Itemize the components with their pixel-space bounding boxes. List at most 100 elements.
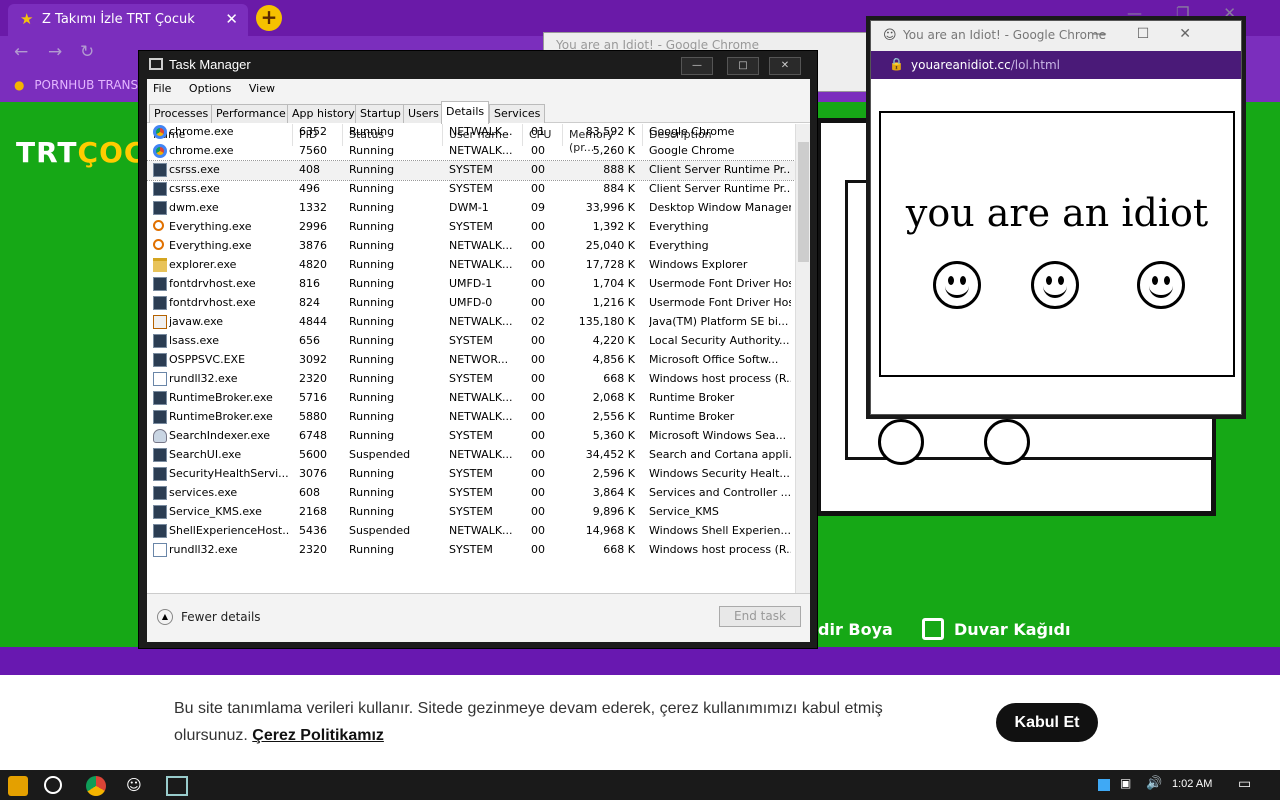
process-pid: 496	[299, 182, 320, 195]
chevron-up-icon[interactable]: ▲	[157, 609, 173, 625]
process-description: Client Server Runtime Pr...	[649, 182, 791, 195]
table-row[interactable]: explorer.exe 4820 Running NETWALK... 00 17,72…	[147, 256, 795, 275]
table-row[interactable]: fontdrvhost.exe 824 Running UMFD-0 00 1,216 K…	[147, 294, 795, 313]
menu-view[interactable]: View	[249, 82, 275, 95]
task-manager-window[interactable]: Task Manager — □ ✕ File Options View Pro…	[138, 50, 818, 649]
table-row[interactable]: RuntimeBroker.exe 5880 Running NETWALK... 00…	[147, 408, 795, 427]
scrollbar[interactable]	[795, 124, 810, 594]
tab-performance[interactable]: Performance	[211, 104, 291, 123]
nav-duvar-kagidi[interactable]: Duvar Kağıdı	[954, 620, 1070, 639]
popup-titlebar[interactable]: ☺ You are an Idiot! - Google Chrome —☐✕	[871, 21, 1241, 51]
process-user: NETWALK...	[449, 391, 513, 404]
table-row[interactable]: csrss.exe 408 Running SYSTEM 00 888 K Client S…	[147, 160, 795, 181]
task-manager-title-text: Task Manager	[169, 57, 251, 72]
tab-users[interactable]: Users	[403, 104, 444, 123]
idiot-popup-window[interactable]: ☺ You are an Idiot! - Google Chrome —☐✕ …	[870, 20, 1242, 415]
bookmark-item[interactable]: PORNHUB TRANS	[34, 78, 138, 92]
smiley-icon	[1031, 261, 1079, 309]
process-user: SYSTEM	[449, 182, 493, 195]
smiley-icon: ☺	[883, 28, 897, 43]
process-pid: 1332	[299, 201, 327, 214]
fewer-details-link[interactable]: Fewer details	[181, 610, 261, 624]
cookie-policy-link[interactable]: Çerez Politikamız	[252, 727, 384, 744]
table-row[interactable]: services.exe 608 Running SYSTEM 00 3,864 K Ser…	[147, 484, 795, 503]
folder-icon	[153, 258, 167, 272]
notifications-icon[interactable]: ▭	[1238, 776, 1258, 796]
end-task-button[interactable]: End task	[719, 606, 801, 627]
table-row[interactable]: chrome.exe 7560 Running NETWALK... 00 5,260 K…	[147, 142, 795, 161]
nav-boya[interactable]: dir Boya	[818, 620, 893, 639]
process-name: fontdrvhost.exe	[169, 277, 256, 290]
volume-icon[interactable]: 🔊	[1146, 776, 1166, 796]
process-name: RuntimeBroker.exe	[169, 391, 273, 404]
table-row[interactable]: SecurityHealthServi... 3076 Running SYSTEM 0…	[147, 465, 795, 484]
table-row[interactable]: chrome.exe 6352 Running NETWALK... 01 83,592 …	[147, 123, 795, 142]
cortana-icon[interactable]	[44, 776, 62, 794]
table-row[interactable]: Everything.exe 3876 Running NETWALK... 00 25,…	[147, 237, 795, 256]
win-icon	[153, 334, 167, 348]
new-tab-button[interactable]: +	[256, 5, 282, 31]
close-button[interactable]: ✕	[769, 57, 801, 75]
network-icon[interactable]: ▣	[1120, 776, 1140, 796]
process-description: Google Chrome	[649, 144, 735, 157]
menu-file[interactable]: File	[153, 82, 171, 95]
process-description: Usermode Font Driver Host	[649, 296, 791, 309]
idiot-content: you are an idiot	[879, 111, 1235, 377]
process-name: Everything.exe	[169, 220, 252, 233]
win-icon	[153, 182, 167, 196]
table-row[interactable]: ShellExperienceHost... 5436 Suspended NETWA…	[147, 522, 795, 541]
process-cpu: 00	[531, 372, 545, 385]
table-row[interactable]: OSPPSVC.EXE 3092 Running NETWOR... 00 4,856 K…	[147, 351, 795, 370]
task-manager-footer: ▲ Fewer details End task	[147, 593, 810, 642]
process-cpu: 00	[531, 524, 545, 537]
process-memory: 1,704 K	[592, 277, 635, 290]
minimize-button[interactable]: —	[681, 57, 713, 75]
table-row[interactable]: rundll32.exe 2320 Running SYSTEM 00 668 K Wind…	[147, 541, 795, 560]
table-row[interactable]: csrss.exe 496 Running SYSTEM 00 884 K Client S…	[147, 180, 795, 199]
tab-app-history[interactable]: App history	[287, 104, 360, 123]
process-status: Running	[349, 372, 395, 385]
table-row[interactable]: SearchIndexer.exe 6748 Running SYSTEM 00 5,36…	[147, 427, 795, 446]
table-row[interactable]: fontdrvhost.exe 816 Running UMFD-1 00 1,704 K…	[147, 275, 795, 294]
process-pid: 6748	[299, 429, 327, 442]
popup-window-controls[interactable]: —☐✕	[1093, 26, 1221, 42]
tab-trt-cocuk[interactable]: ★ Z Takımı İzle TRT Çocuk ✕	[8, 4, 248, 36]
reload-icon[interactable]: ↻	[80, 42, 94, 62]
process-status: Running	[349, 334, 395, 347]
scrollbar-thumb[interactable]	[798, 142, 809, 262]
win-icon	[153, 391, 167, 405]
back-icon[interactable]: ←	[14, 42, 28, 62]
table-row[interactable]: lsass.exe 656 Running SYSTEM 00 4,220 K Local …	[147, 332, 795, 351]
table-row[interactable]: javaw.exe 4844 Running NETWALK... 02 135,180 …	[147, 313, 795, 332]
process-name: rundll32.exe	[169, 372, 238, 385]
task-manager-body: File Options View Processes Performance …	[147, 79, 810, 642]
process-memory: 9,896 K	[592, 505, 635, 518]
process-memory: 668 K	[603, 372, 635, 385]
forward-icon[interactable]: →	[48, 42, 62, 62]
task-manager-icon[interactable]	[166, 776, 188, 796]
clock[interactable]: 1:02 AM	[1172, 778, 1212, 790]
process-status: Running	[349, 486, 395, 499]
process-cpu: 00	[531, 144, 545, 157]
chrome-icon[interactable]	[86, 776, 106, 796]
menu-options[interactable]: Options	[189, 82, 231, 95]
accept-cookies-button[interactable]: Kabul Et	[996, 703, 1098, 742]
process-status: Running	[349, 505, 395, 518]
tray-app-icon[interactable]	[1098, 779, 1110, 791]
tab-details[interactable]: Details	[441, 101, 490, 124]
table-row[interactable]: Everything.exe 2996 Running SYSTEM 00 1,392 K…	[147, 218, 795, 237]
process-pid: 2168	[299, 505, 327, 518]
close-tab-icon[interactable]: ✕	[225, 10, 238, 28]
table-row[interactable]: Service_KMS.exe 2168 Running SYSTEM 00 9,896 …	[147, 503, 795, 522]
smiley-icon[interactable]: ☺	[124, 776, 144, 796]
idiot-heading: you are an idiot	[905, 191, 1209, 235]
tab-startup[interactable]: Startup	[355, 104, 406, 123]
table-row[interactable]: SearchUI.exe 5600 Suspended NETWALK... 00 34,…	[147, 446, 795, 465]
tab-services[interactable]: Services	[489, 104, 546, 123]
maximize-button[interactable]: □	[727, 57, 759, 75]
table-row[interactable]: dwm.exe 1332 Running DWM-1 09 33,996 K Desktop…	[147, 199, 795, 218]
start-icon[interactable]	[8, 776, 28, 796]
table-row[interactable]: rundll32.exe 2320 Running SYSTEM 00 668 K Wind…	[147, 370, 795, 389]
table-row[interactable]: RuntimeBroker.exe 5716 Running NETWALK... 00…	[147, 389, 795, 408]
tab-processes[interactable]: Processes	[149, 104, 214, 123]
